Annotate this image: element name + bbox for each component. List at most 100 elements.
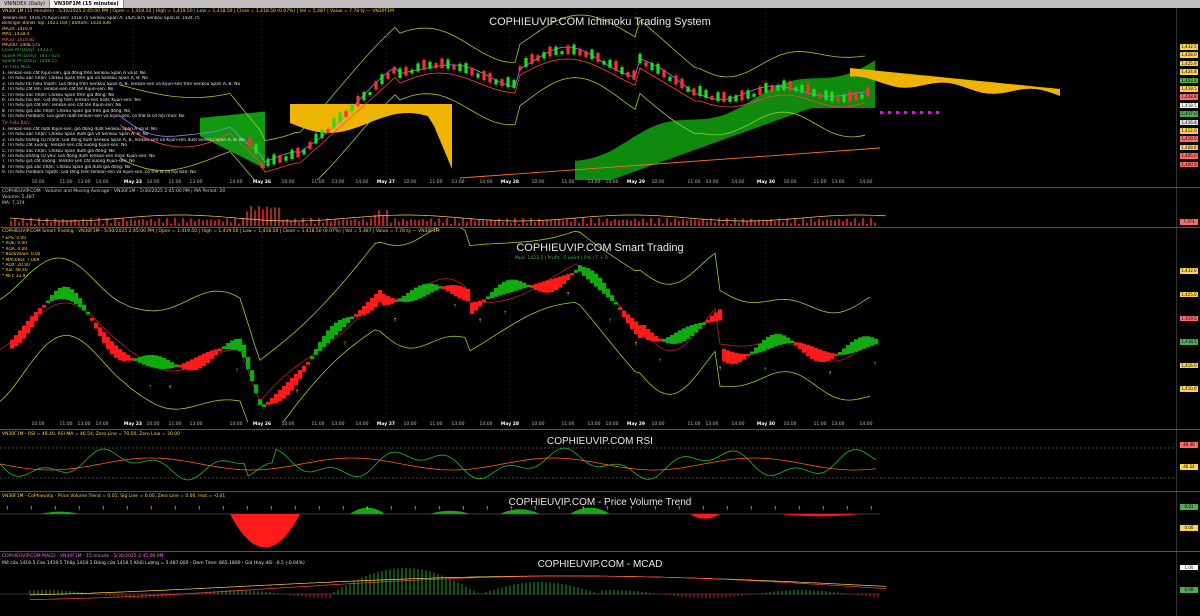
smart-time-label-11: 11:00 (311, 422, 325, 427)
smart-ribbon-segment (606, 288, 611, 298)
trade-arrow: ↑ (658, 358, 662, 364)
macd-price-axis[interactable]: 1.00 0.00 (1176, 552, 1200, 616)
volume-bar (482, 219, 485, 226)
smart-ribbon-segment (794, 342, 799, 346)
volume-bar (494, 220, 497, 226)
volume-bar (714, 222, 717, 226)
volume-bar (266, 206, 269, 226)
volume-bar (534, 221, 537, 226)
smart-time-label-17: 13:00 (451, 422, 465, 427)
trade-arrow: ↑ (828, 371, 832, 377)
smart-ribbon-segment (42, 304, 47, 308)
volume-bar (330, 221, 333, 226)
volume-value: Volume: 5,487 (2, 195, 35, 200)
ichimoku-time-label-0: 10:00 (31, 180, 45, 185)
smart-ribbon-segment (138, 356, 143, 363)
pvt-header-line: VN30F1M - CoPhieuVip - Price Volume Tren… (2, 494, 226, 499)
volume-bar (530, 218, 533, 226)
candle-body (290, 149, 294, 159)
smart-ribbon-segment (194, 357, 199, 370)
volume-bar (830, 219, 833, 226)
volume-chart[interactable] (0, 188, 1176, 228)
smart-trading-pane[interactable]: ↑ ↑ ↑ ↑ ↑ ↑ ↑ ↑ ↑ ↑ ↑ ↑ ↑ ↑ ↑ ↑ ↑ COPHIEUVIP.COM Smart T… (0, 228, 1200, 430)
volume-bar (574, 218, 577, 226)
volume-bar (502, 221, 505, 226)
candle-body (248, 138, 252, 148)
volume-bar (250, 206, 253, 226)
smart-ribbon-segment (238, 338, 243, 352)
volume-bar (682, 218, 685, 226)
smart-ribbon-segment (858, 337, 863, 351)
smart-ribbon-segment (106, 336, 111, 350)
rsi-price-axis[interactable]: 48.40 46.54 (1176, 430, 1200, 491)
candle-body (494, 79, 498, 85)
volume-bar (62, 219, 65, 226)
volume-bar (814, 221, 817, 226)
pvt-pane[interactable]: ↑ ↑ ↑ ↑ ↑ ↑ ↑ ↑ ↑ ↑ ↑ ↑ ↑ ↑ ↑ ↑ ↑ ↑ ↑ ↑ ↑ ↑ ↑ ↑ ↑ ↑ ↑ ↑ ↑ ↑ ↑ ↑ ↑ ↑ ↑ ↑ ↑ CO… (0, 492, 1200, 552)
candle-body (794, 87, 798, 92)
candle-body (848, 91, 852, 102)
smart-trading-price-axis[interactable]: 1,432.0 1,425.0 1,419.5 1,418.5 1,416.0 1,410… (1176, 228, 1200, 429)
volume-bar (578, 222, 581, 226)
smart-ribbon-segment (414, 287, 419, 301)
ichimoku-pane[interactable]: COPHIEUVIP.COM Ichimoku Trading System V… (0, 8, 1200, 188)
volume-bar (566, 218, 569, 226)
ichimoku-time-label-1: 11:00 (59, 180, 73, 185)
volume-bar (94, 222, 97, 226)
candle-body (446, 59, 450, 69)
smart-ribbon-segment (370, 298, 375, 311)
projection-marker (936, 111, 939, 114)
volume-bar (526, 223, 529, 226)
smart-ribbon-segment (714, 312, 719, 322)
ichimoku-time-label-4: May 23 (123, 180, 143, 185)
volume-bar (734, 218, 737, 226)
volume-bar (78, 220, 81, 226)
pvt-price-axis[interactable]: 0.01 0.00 (1176, 492, 1200, 551)
smart-ribbon-segment (482, 299, 487, 302)
tab-vnindex-daily[interactable]: VNINDEX (Daily) (0, 0, 50, 8)
volume-bar (398, 221, 401, 226)
volume-bar (554, 219, 557, 226)
candle-body (512, 79, 516, 88)
smart-time-label-6: 11:00 (168, 422, 182, 427)
smart-price-tag-0: 1,432.0 (1180, 268, 1198, 274)
candle-body (770, 85, 774, 92)
smart-ribbon-segment (490, 291, 495, 298)
volume-bar (350, 220, 353, 226)
smart-ribbon-segment (362, 306, 367, 315)
volume-bar (730, 223, 733, 226)
candle-body (452, 65, 456, 70)
smart-ribbon-segment (498, 284, 503, 296)
volume-bar (370, 218, 373, 226)
smart-price-tag-2: 1,419.5 (1180, 315, 1198, 322)
ichimoku-time-axis: 10:00 11:00 13:00 14:00 May 23 10:00 11:00 13:0… (0, 180, 1176, 187)
volume-price-axis[interactable]: 7,374 (1176, 188, 1200, 227)
smart-ribbon-segment (750, 351, 755, 355)
smart-time-label-24: May 29 (626, 422, 646, 427)
volume-bar (190, 218, 193, 226)
ichimoku-buy-signals: 1. Tenkan-sen cắt Kijun-sen, giá đóng tr… (2, 71, 240, 120)
ichimoku-price-axis[interactable]: 1,432.5 1,428.0 1,425.9 1,424.8 1,423.2 1,419… (1176, 8, 1200, 187)
candle-body (482, 70, 486, 81)
candle-body (434, 63, 438, 69)
candle-body (518, 66, 522, 70)
smart-ribbon-segment (318, 342, 323, 351)
volume-pane[interactable]: COPHIEUVIP.COM - Volume and Moving Avera… (0, 188, 1200, 228)
projection-marker (904, 111, 907, 114)
volume-bar (522, 218, 525, 226)
candle-body (530, 54, 534, 64)
macd-pane[interactable]: COPHIEUVIP.COM - MCAD COPHIEUVIP.COM MAC… (0, 552, 1200, 616)
candle-body (410, 69, 414, 74)
ichimoku-price-tag-11: 1,410.0 (1180, 136, 1198, 142)
trade-arrow: ↑ (148, 384, 152, 390)
candle-body (680, 78, 684, 89)
volume-bar (174, 218, 177, 226)
tab-vn30f1m-15min[interactable]: VN30F1M (15 minutes) (49, 0, 124, 8)
volume-bar (234, 218, 237, 226)
smart-ribbon-segment (618, 307, 623, 311)
rsi-pane[interactable]: COPHIEUVIP.COM RSI VN30F1M - RSI = 48.40… (0, 430, 1200, 492)
smart-time-label-15: 10:00 (403, 422, 417, 427)
smart-ribbon-segment (390, 297, 395, 304)
volume-bar (738, 222, 741, 226)
candle-body (746, 90, 750, 99)
